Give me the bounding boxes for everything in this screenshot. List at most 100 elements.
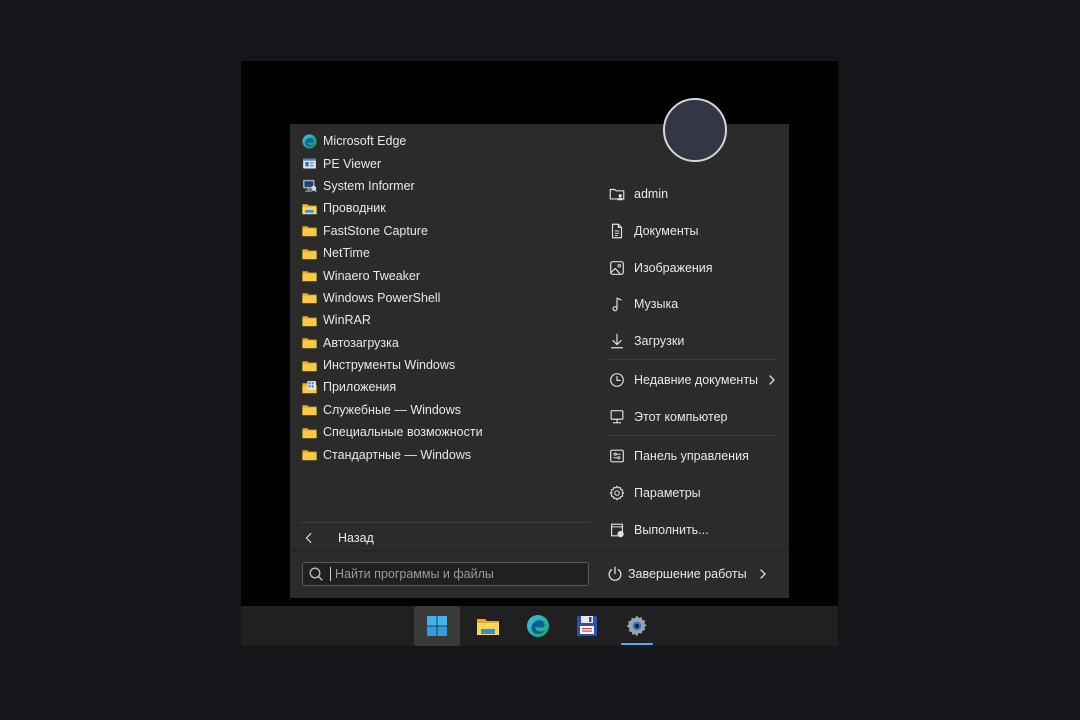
program-label: Специальные возможности [323, 425, 483, 440]
back-divider [300, 522, 590, 523]
search-box[interactable] [302, 562, 589, 586]
place-label: Недавние документы [634, 373, 759, 387]
gear-icon [608, 484, 626, 502]
program-item-system-tools[interactable]: Служебные — Windows [300, 399, 590, 421]
folder-icon [301, 401, 318, 418]
program-item-nettime[interactable]: NetTime [300, 242, 590, 264]
taskbar-file-explorer[interactable] [465, 606, 511, 646]
program-list: Microsoft Edge PE Viewer System Informer… [300, 130, 590, 466]
run-icon [608, 521, 626, 539]
control-panel-icon [608, 447, 626, 465]
program-label: System Informer [323, 178, 415, 193]
place-label: Музыка [634, 297, 679, 311]
program-label: FastStone Capture [323, 223, 428, 238]
program-item-microsoft-edge[interactable]: Microsoft Edge [300, 130, 590, 152]
program-item-winrar[interactable]: WinRAR [300, 309, 590, 331]
folder-icon [301, 334, 318, 351]
desktop-screen: Microsoft Edge PE Viewer System Informer… [241, 61, 838, 646]
power-icon [608, 566, 622, 581]
place-label: Выполнить... [634, 523, 709, 537]
music-note-icon [608, 295, 626, 313]
explorer-icon [301, 200, 318, 217]
shutdown-label: Завершение работы [628, 567, 747, 581]
back-button[interactable]: Назад [302, 526, 374, 550]
program-label: WinRAR [323, 313, 371, 328]
taskbar-disk-tool[interactable] [564, 606, 610, 646]
file-explorer-icon [477, 619, 499, 635]
program-item-accessories[interactable]: Стандартные — Windows [300, 443, 590, 465]
place-label: Документы [634, 224, 699, 238]
program-item-accessibility[interactable]: Специальные возможности [300, 421, 590, 443]
start-icon [427, 616, 447, 636]
chevron-right-icon [769, 375, 775, 385]
place-settings[interactable]: Параметры [608, 480, 701, 506]
place-documents[interactable]: Документы [608, 218, 698, 244]
taskbar [241, 606, 838, 646]
place-pictures[interactable]: Изображения [608, 255, 713, 281]
folder-icon [301, 312, 318, 329]
apps-folder-icon [301, 379, 318, 396]
start-menu: Microsoft Edge PE Viewer System Informer… [290, 124, 789, 598]
program-item-winaero-tweaker[interactable]: Winaero Tweaker [300, 264, 590, 286]
program-label: Проводник [323, 201, 386, 216]
place-this-computer[interactable]: Этот компьютер [608, 404, 727, 430]
folder-icon [301, 446, 318, 463]
program-item-explorer[interactable]: Проводник [300, 197, 590, 219]
search-input[interactable] [335, 567, 588, 581]
search-icon [309, 567, 323, 581]
settings-gear-icon [626, 615, 647, 637]
program-label: Автозагрузка [323, 335, 399, 350]
place-music[interactable]: Музыка [608, 291, 678, 317]
document-icon [608, 222, 626, 240]
system-informer-icon [301, 177, 318, 194]
place-label: Загрузки [634, 334, 685, 348]
program-item-windows-powershell[interactable]: Windows PowerShell [300, 287, 590, 309]
computer-icon [608, 408, 626, 426]
folder-icon [301, 289, 318, 306]
place-downloads[interactable]: Загрузки [608, 328, 684, 354]
program-item-windows-tools[interactable]: Инструменты Windows [300, 354, 590, 376]
user-avatar[interactable] [663, 98, 727, 162]
edge-icon [301, 133, 318, 150]
folder-icon [301, 357, 318, 374]
program-label: Стандартные — Windows [323, 447, 472, 462]
program-item-applications[interactable]: Приложения [300, 376, 590, 398]
taskbar-start-button[interactable] [414, 606, 460, 646]
program-label: Приложения [323, 380, 397, 395]
place-label: Изображения [634, 261, 713, 275]
shutdown-button[interactable]: Завершение работы [606, 562, 769, 586]
running-indicator [621, 643, 653, 645]
program-label: NetTime [323, 246, 370, 261]
picture-icon [608, 259, 626, 277]
taskbar-edge[interactable] [515, 606, 561, 646]
place-user-folder[interactable]: admin [608, 181, 668, 207]
floppy-disk-icon [577, 616, 597, 636]
chevron-left-icon [305, 533, 312, 543]
program-item-startup[interactable]: Автозагрузка [300, 332, 590, 354]
program-label: Microsoft Edge [323, 134, 407, 149]
taskbar-settings[interactable] [614, 606, 660, 646]
place-label: Этот компьютер [634, 410, 728, 424]
place-control-panel[interactable]: Панель управления [608, 443, 749, 469]
folder-icon [301, 245, 318, 262]
program-item-system-informer[interactable]: System Informer [300, 175, 590, 197]
program-label: Инструменты Windows [323, 358, 456, 373]
program-item-faststone-capture[interactable]: FastStone Capture [300, 220, 590, 242]
places-divider [608, 359, 776, 360]
back-label: Назад [338, 531, 374, 545]
program-label: Windows PowerShell [323, 290, 441, 305]
place-label: Параметры [634, 486, 701, 500]
program-item-pe-viewer[interactable]: PE Viewer [300, 152, 590, 174]
program-label: Служебные — Windows [323, 402, 462, 417]
places-divider [608, 435, 776, 436]
place-label: admin [634, 187, 669, 201]
folder-icon [301, 424, 318, 441]
place-recent-documents[interactable]: Недавние документы [608, 367, 778, 393]
footer-divider [290, 550, 789, 551]
program-label: Winaero Tweaker [323, 268, 421, 283]
clock-icon [608, 371, 626, 389]
text-caret [330, 567, 331, 581]
folder-icon [301, 222, 318, 239]
place-label: Панель управления [634, 449, 749, 463]
place-run[interactable]: Выполнить... [608, 517, 709, 543]
